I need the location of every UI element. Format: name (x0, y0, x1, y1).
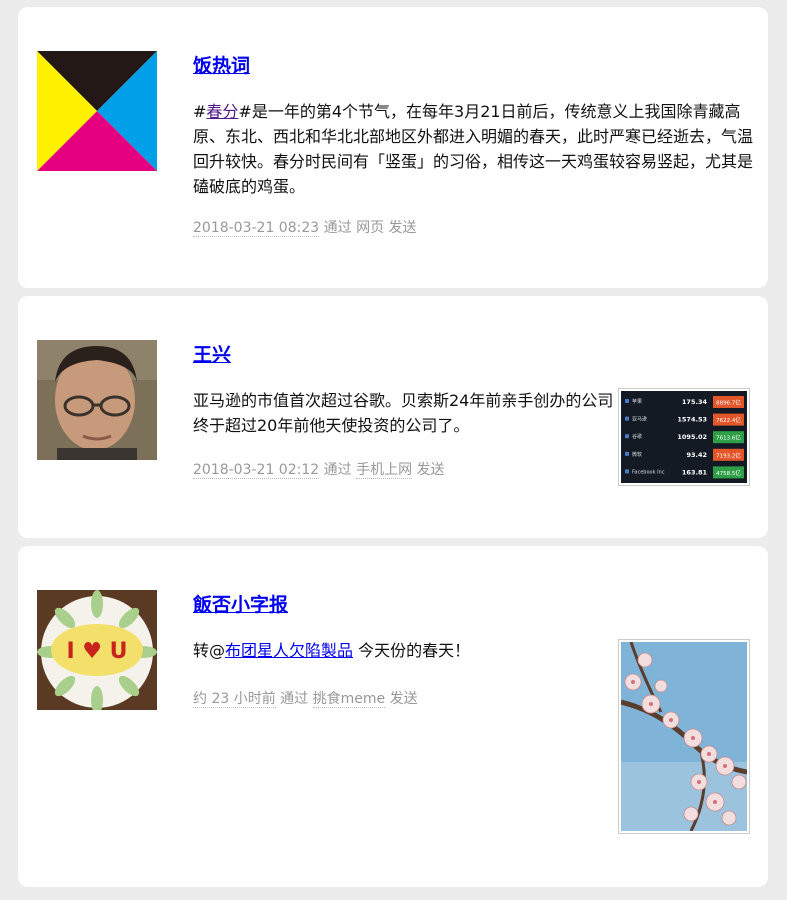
stock-name: 谷歌 (632, 433, 642, 440)
stock-row-marker (625, 469, 629, 474)
stock-price: 93.42 (686, 451, 707, 459)
sent-label: 发送 (388, 220, 417, 236)
status-text: 亚马逊的市值首次超过谷歌。贝索斯24年前亲手创办的公司终于超过20年前他天使投资… (193, 391, 614, 435)
stock-price: 1574.53 (677, 416, 707, 424)
stock-cap: 4758.5亿 (716, 469, 741, 477)
timeline: 饭热词 #春分#是一年的第4个节气，在每年3月21日前后，传统意义上我国除青藏高… (0, 0, 787, 900)
status-card: I ♥ U 飯否小字报 转@布团星人欠陷製品 今天份的春天！ 约 23 小时前 … (18, 546, 768, 887)
source-link[interactable]: 挑食meme (312, 691, 386, 708)
omelette-plate-avatar[interactable]: I ♥ U (37, 590, 157, 710)
sent-label: 发送 (389, 691, 418, 707)
status-text-prefix: # (193, 102, 207, 121)
author-name-link[interactable]: 饭热词 (193, 51, 250, 78)
status-text-body: 今天份的春天！ (353, 641, 471, 660)
status-text: #春分#是一年的第4个节气，在每年3月21日前后，传统意义上我国除青藏高原、东北… (193, 99, 753, 199)
status-meta: 2018-03-21 02:12 通过 手机上网 发送 (193, 459, 445, 479)
stock-name: 苹果 (632, 398, 642, 405)
stock-name: 微软 (632, 451, 642, 458)
stock-row-marker (625, 434, 629, 439)
source-label: 网页 (356, 220, 385, 236)
hashtag-link[interactable]: 春分 (206, 102, 238, 121)
stock-name: 亚马逊 (632, 416, 647, 423)
author-name-link[interactable]: 王兴 (193, 340, 231, 367)
via-label: 通过 (280, 691, 309, 707)
stock-screenshot-thumbnail[interactable]: 苹果 175.34 8896.7亿亚马逊 1574.53 7622.4亿谷歌 1095.0… (618, 388, 750, 486)
author-name-link[interactable]: 飯否小字报 (193, 590, 288, 617)
timestamp-link[interactable]: 2018-03-21 08:23 (193, 220, 320, 237)
man-portrait-avatar[interactable] (37, 340, 157, 460)
cherry-blossom-photo[interactable] (618, 639, 750, 834)
status-text: 转@布团星人欠陷製品 今天份的春天！ (193, 638, 613, 663)
stock-row-marker (625, 399, 629, 403)
timestamp-link[interactable]: 2018-03-21 02:12 (193, 462, 320, 479)
stock-cap: 7193.2亿 (716, 451, 741, 459)
timestamp-link[interactable]: 约 23 小时前 (193, 691, 276, 708)
sent-label: 发送 (416, 462, 445, 478)
status-meta: 约 23 小时前 通过 挑食meme 发送 (193, 688, 418, 708)
status-meta: 2018-03-21 08:23 通过 网页 发送 (193, 217, 417, 237)
stock-row-marker (625, 451, 629, 456)
via-label: 通过 (323, 220, 352, 236)
stock-cap: 7613.6亿 (716, 434, 741, 442)
cmyk-logo-icon[interactable] (37, 51, 157, 171)
mention-link[interactable]: 布团星人欠陷製品 (225, 641, 353, 660)
source-link[interactable]: 手机上网 (356, 462, 413, 479)
status-text-prefix: 转@ (193, 641, 226, 660)
avatar-text: I ♥ U (66, 639, 127, 664)
status-card: 饭热词 #春分#是一年的第4个节气，在每年3月21日前后，传统意义上我国除青藏高… (18, 7, 768, 288)
stock-price: 163.81 (682, 468, 708, 476)
stock-row-marker (625, 416, 629, 421)
stock-name: Facebook Inc (632, 469, 665, 475)
stock-cap: 8896.7亿 (716, 399, 741, 407)
via-label: 通过 (323, 462, 352, 478)
status-text-body: #是一年的第4个节气，在每年3月21日前后，传统意义上我国除青藏高原、东北、西北… (193, 102, 754, 196)
stock-price: 1095.02 (677, 433, 707, 441)
stock-cap: 7622.4亿 (716, 416, 741, 424)
status-card: 王兴 亚马逊的市值首次超过谷歌。贝索斯24年前亲手创办的公司终于超过20年前他天… (18, 296, 768, 538)
stock-price: 175.34 (682, 398, 708, 406)
